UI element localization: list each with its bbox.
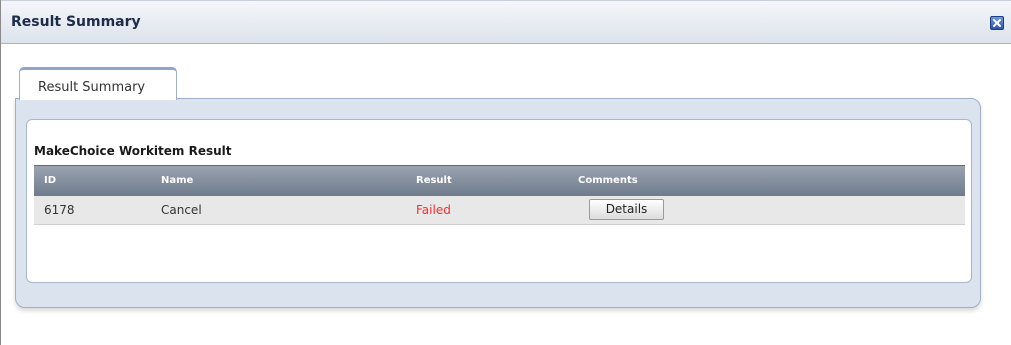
- tab-label: Result Summary: [38, 80, 146, 95]
- title-bar: Result Summary: [1, 0, 1011, 44]
- close-icon: [993, 19, 1001, 27]
- header-result[interactable]: Result: [416, 175, 452, 186]
- table-header: ID Name Result Comments: [34, 165, 965, 196]
- tab-panel: MakeChoice Workitem Result ID Name Resul…: [15, 98, 981, 308]
- header-name[interactable]: Name: [161, 175, 193, 186]
- cell-result-status: Failed: [416, 203, 451, 217]
- window-title: Result Summary: [11, 14, 141, 30]
- table-row[interactable]: 6178 Cancel Failed Details: [34, 196, 965, 225]
- tab-result-summary[interactable]: Result Summary: [19, 67, 177, 100]
- close-button[interactable]: [990, 16, 1004, 30]
- details-button[interactable]: Details: [589, 199, 664, 220]
- cell-name: Cancel: [161, 203, 202, 217]
- result-panel: MakeChoice Workitem Result ID Name Resul…: [26, 119, 972, 283]
- result-summary-dialog: Result Summary Result Summary MakeChoice…: [0, 0, 1011, 345]
- section-title: MakeChoice Workitem Result: [34, 144, 232, 158]
- header-comments[interactable]: Comments: [578, 175, 638, 186]
- result-table: ID Name Result Comments 6178 Cancel Fail…: [34, 165, 965, 225]
- header-id[interactable]: ID: [44, 175, 56, 186]
- cell-id: 6178: [44, 203, 75, 217]
